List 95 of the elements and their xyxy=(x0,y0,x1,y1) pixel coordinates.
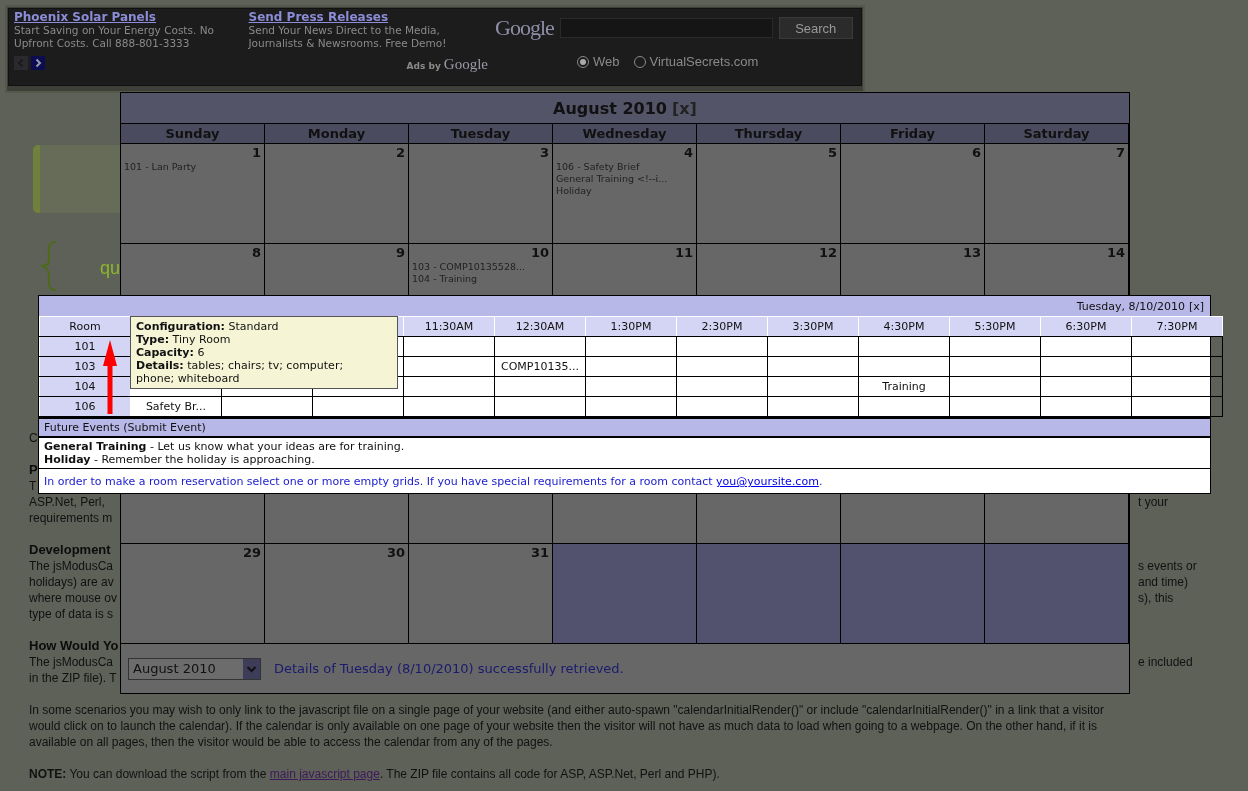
event-cell[interactable]: Training xyxy=(858,376,950,397)
radio-button[interactable] xyxy=(577,55,589,68)
day-number: 31 xyxy=(530,545,549,561)
tooltip-text: Capacity: 6 xyxy=(136,346,206,359)
weekday-header: Thursday xyxy=(697,124,841,144)
body-text: s events or xyxy=(1138,558,1197,574)
next-icon[interactable] xyxy=(31,56,45,70)
info-text: In order to make a room reservation select one or more empty grids. If you have special requirements for a room contact you@yoursite.com. xyxy=(43,474,824,490)
column-header: 7:30PM xyxy=(1131,316,1223,337)
event-label[interactable]: 103 - COMP10135528... xyxy=(412,261,549,273)
email-link[interactable]: you@yoursite.com xyxy=(716,475,819,488)
column-header: 6:30PM xyxy=(1040,316,1132,337)
event-description: General Training - Let us know what your ideas are for training. xyxy=(44,440,406,453)
tooltip-text: Details: tables; chairs; tv; computer; phone; whiteboard xyxy=(136,359,345,385)
ad-link[interactable]: Send Press Releases xyxy=(248,11,389,24)
event-label[interactable]: 101 - Lan Party xyxy=(124,161,261,173)
ads-by-label: Ads by Google xyxy=(406,58,488,73)
date-label: Tuesday, 8/10/2010 xyxy=(1076,299,1185,313)
close-button[interactable]: [x] xyxy=(1188,299,1204,313)
weekday-header: Saturday xyxy=(985,124,1129,144)
event-description: Holiday - Remember the holiday is approaching. xyxy=(44,453,316,466)
section-heading: Development xyxy=(29,542,111,558)
body-text: s), this xyxy=(1138,590,1174,606)
ad-text: Upfront Costs. Call 888-801-3333 xyxy=(14,37,191,50)
body-text: in the ZIP file). T xyxy=(29,670,117,686)
day-number: 8 xyxy=(251,245,261,261)
body-text: and time) xyxy=(1138,574,1189,590)
day-number: 2 xyxy=(395,145,405,161)
body-text: C xyxy=(29,430,38,446)
section-heading: How Would Yo xyxy=(29,638,119,654)
body-text: would click on to launch the calendar). If the calendar is only available on one page of your website then the visitor will not have as much data to load when going to a webpage. On the other hand, if it is xyxy=(29,718,1097,734)
radio-label: VirtualSecrets.com xyxy=(649,54,759,69)
day-number: 9 xyxy=(395,245,405,261)
body-text: t your xyxy=(1138,494,1168,510)
column-header: 5:30PM xyxy=(949,316,1041,337)
search-button[interactable]: Search xyxy=(778,17,853,39)
day-number: 7 xyxy=(1115,145,1125,161)
event-cell[interactable]: Safety Br... xyxy=(130,396,222,417)
search-logo: Google xyxy=(495,15,554,41)
day-number: 1 xyxy=(251,145,261,161)
day-number: 29 xyxy=(242,545,261,561)
column-header: 11:30AM xyxy=(403,316,495,337)
tooltip-text: Type: Tiny Room xyxy=(136,333,232,346)
body-text: available on all pages, then the visitor would be able to access the calendar from any of the pages. xyxy=(29,734,553,750)
weekday-header: Monday xyxy=(265,124,409,144)
note-text: NOTE: You can download the script from the main javascript page. The ZIP file contains all code for ASP, ASP.Net, Perl and PHP). xyxy=(29,766,721,782)
body-text: The jsModusCa xyxy=(29,558,114,574)
ad-text: Journalists & Newsrooms. Free Demo! xyxy=(248,37,448,50)
event-label[interactable]: 106 - Safety Brief xyxy=(556,161,693,173)
day-number: 10 xyxy=(530,245,549,261)
event-label[interactable]: 104 - Training xyxy=(412,273,549,285)
ad-text: Send Your News Direct to the Media, xyxy=(248,24,441,37)
column-header: Room xyxy=(39,316,131,337)
status-message: Details of Tuesday (8/10/2010) successfully retrieved. xyxy=(274,661,624,676)
weekday-header: Sunday xyxy=(121,124,265,144)
day-number: 5 xyxy=(827,145,837,161)
heading-text: qu xyxy=(100,258,121,279)
day-number: 4 xyxy=(683,145,693,161)
weekday-header: Wednesday xyxy=(553,124,697,144)
body-text: The jsModusCa xyxy=(29,654,114,670)
month-select[interactable]: August 2010 xyxy=(128,657,261,680)
column-header: 2:30PM xyxy=(676,316,768,337)
weekday-header: Tuesday xyxy=(409,124,553,144)
event-label[interactable]: Holiday xyxy=(556,185,693,197)
radio-label: Web xyxy=(593,54,620,69)
day-number: 30 xyxy=(386,545,405,561)
body-text: In some scenarios you may wish to only link to the javascript file on a single page of your website (and either auto-spawn "calendarInitialRender()" or include "calendarInitialRender()" in a link that a visitor xyxy=(29,702,1104,718)
day-number: 12 xyxy=(818,245,837,261)
body-text: e included xyxy=(1138,654,1193,670)
ad-text: Start Saving on Your Energy Costs. No xyxy=(14,24,215,37)
future-events-header: Future Events (Submit Event) xyxy=(39,417,1210,438)
day-number: 6 xyxy=(971,145,981,161)
body-text: where mouse ov xyxy=(29,590,118,606)
day-number: 14 xyxy=(1106,245,1125,261)
body-text: holidays) are av xyxy=(29,574,114,590)
column-header: 12:30AM xyxy=(494,316,586,337)
body-text: ASP.Net, Perl, xyxy=(29,494,105,510)
tooltip-text: Configuration: Standard xyxy=(136,320,280,333)
column-header: 4:30PM xyxy=(858,316,950,337)
column-header: 1:30PM xyxy=(585,316,677,337)
caret-icon xyxy=(243,658,260,679)
day-number: 11 xyxy=(674,245,693,261)
radio-button[interactable] xyxy=(633,55,646,68)
arrow-icon xyxy=(103,340,117,414)
weekday-header: Friday xyxy=(841,124,985,144)
day-number: 3 xyxy=(539,145,549,161)
ad-link[interactable]: Phoenix Solar Panels xyxy=(14,11,156,24)
day-number: 13 xyxy=(962,245,981,261)
body-text: type of data is s xyxy=(29,606,114,622)
event-cell[interactable]: COMP10135... xyxy=(494,356,586,377)
calendar-title: August 2010 xyxy=(553,98,667,118)
body-text: requirements m xyxy=(29,510,113,526)
section-heading: P xyxy=(29,462,38,478)
column-header: 3:30PM xyxy=(767,316,859,337)
body-text: T xyxy=(29,478,37,494)
